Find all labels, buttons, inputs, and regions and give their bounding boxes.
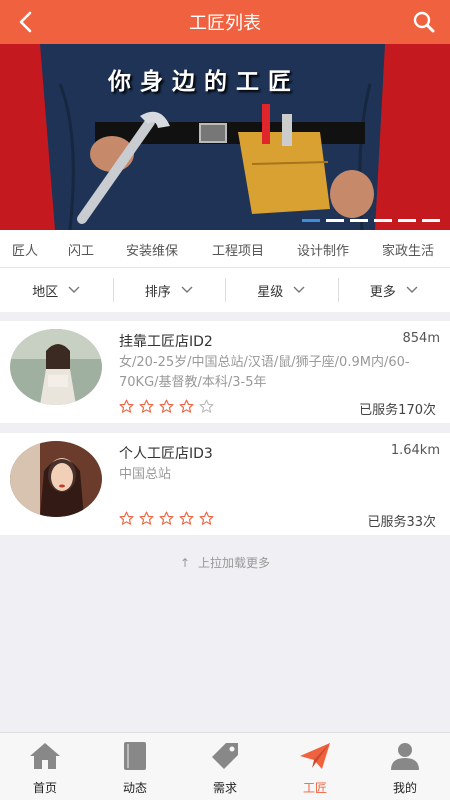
chevron-down-icon xyxy=(68,286,80,293)
star-icon xyxy=(159,511,174,525)
star-icon xyxy=(119,399,134,413)
search-icon[interactable] xyxy=(412,10,436,34)
star-icon xyxy=(199,399,214,413)
filter-label: 星级 xyxy=(257,284,284,300)
craftsman-name: 挂靠工匠店ID2 xyxy=(119,334,213,350)
star-icon xyxy=(119,511,134,525)
craftsman-description: 女/20-25岁/中国总站/汉语/鼠/狮子座/0.9M内/60-70KG/基督教… xyxy=(119,355,410,390)
tab-label: 工匠 xyxy=(302,781,327,795)
tab-home[interactable]: 首页 xyxy=(0,733,90,800)
tab-label: 需求 xyxy=(212,781,237,795)
star-rating xyxy=(119,511,214,526)
arrow-up-icon: ↑ xyxy=(179,556,191,570)
filter-sort[interactable]: 排序 xyxy=(112,268,226,312)
star-icon xyxy=(159,399,174,413)
carousel-dot[interactable] xyxy=(374,219,392,222)
tab-label: 动态 xyxy=(122,781,147,795)
filter-label: 更多 xyxy=(369,284,396,300)
distance: 854m xyxy=(402,331,440,346)
tab-demand[interactable]: 需求 xyxy=(180,733,270,800)
craftsman-card[interactable]: 个人工匠店ID3 1.64km 中国总站 已服务33次 xyxy=(0,433,450,535)
filter-more[interactable]: 更多 xyxy=(337,268,450,312)
carousel-dot[interactable] xyxy=(398,219,416,222)
category-tabs: 匠人 闪工 安装维保 工程项目 设计制作 家政生活 xyxy=(0,230,450,268)
filter-bar: 地区 排序 星级 更多 xyxy=(0,268,450,312)
tab-label: 我的 xyxy=(392,781,417,795)
distance: 1.64km xyxy=(390,443,440,458)
book-icon xyxy=(124,742,146,770)
page-title: 工匠列表 xyxy=(189,13,261,34)
user-icon xyxy=(391,743,419,770)
carousel-dot[interactable] xyxy=(422,219,440,222)
home-icon xyxy=(30,743,60,769)
carousel-indicator xyxy=(302,219,440,222)
chevron-down-icon xyxy=(293,286,305,293)
category-tab[interactable]: 家政生活 xyxy=(382,240,434,259)
craftsman-description: 中国总站 xyxy=(119,467,172,482)
filter-label: 地区 xyxy=(32,284,59,300)
star-icon xyxy=(179,399,194,413)
category-tab[interactable]: 设计制作 xyxy=(297,240,349,259)
category-tab[interactable]: 工程项目 xyxy=(212,240,264,259)
carousel-dot[interactable] xyxy=(302,219,320,222)
filter-label: 排序 xyxy=(144,284,171,300)
category-tab[interactable]: 安装维保 xyxy=(126,240,178,259)
avatar xyxy=(10,329,102,405)
paper-plane-icon xyxy=(300,743,330,769)
star-icon xyxy=(179,511,194,525)
tag-icon xyxy=(212,743,238,769)
star-icon xyxy=(199,511,214,525)
tab-feed[interactable]: 动态 xyxy=(90,733,180,800)
load-more-hint: ↑ 上拉加载更多 xyxy=(0,554,450,571)
bottom-tab-bar: 首页 动态 需求 工匠 我的 xyxy=(0,732,450,800)
promo-banner[interactable]: 你身边的工匠 xyxy=(0,44,450,230)
craftsman-card[interactable]: 挂靠工匠店ID2 854m 女/20-25岁/中国总站/汉语/鼠/狮子座/0.9… xyxy=(0,321,450,423)
chevron-down-icon xyxy=(406,286,418,293)
service-count: 已服务170次 xyxy=(359,403,436,418)
chevron-left-icon[interactable] xyxy=(12,8,40,36)
carousel-dot[interactable] xyxy=(326,219,344,222)
filter-rating[interactable]: 星级 xyxy=(225,268,338,312)
top-bar: 工匠列表 xyxy=(0,0,450,44)
load-more-label: 上拉加载更多 xyxy=(198,556,271,570)
banner-caption: 你身边的工匠 xyxy=(108,68,300,95)
avatar xyxy=(10,441,102,517)
tab-profile[interactable]: 我的 xyxy=(360,733,450,800)
star-icon xyxy=(139,399,154,413)
craftsman-name: 个人工匠店ID3 xyxy=(119,446,213,462)
service-count: 已服务33次 xyxy=(367,515,436,530)
tab-label: 首页 xyxy=(32,781,57,795)
filter-region[interactable]: 地区 xyxy=(0,268,113,312)
category-tab[interactable]: 匠人 xyxy=(12,240,38,259)
category-tab[interactable]: 闪工 xyxy=(68,240,94,259)
star-icon xyxy=(139,511,154,525)
carousel-dot[interactable] xyxy=(350,219,368,222)
chevron-down-icon xyxy=(181,286,193,293)
tab-craftsman[interactable]: 工匠 xyxy=(270,733,360,800)
star-rating xyxy=(119,399,214,414)
